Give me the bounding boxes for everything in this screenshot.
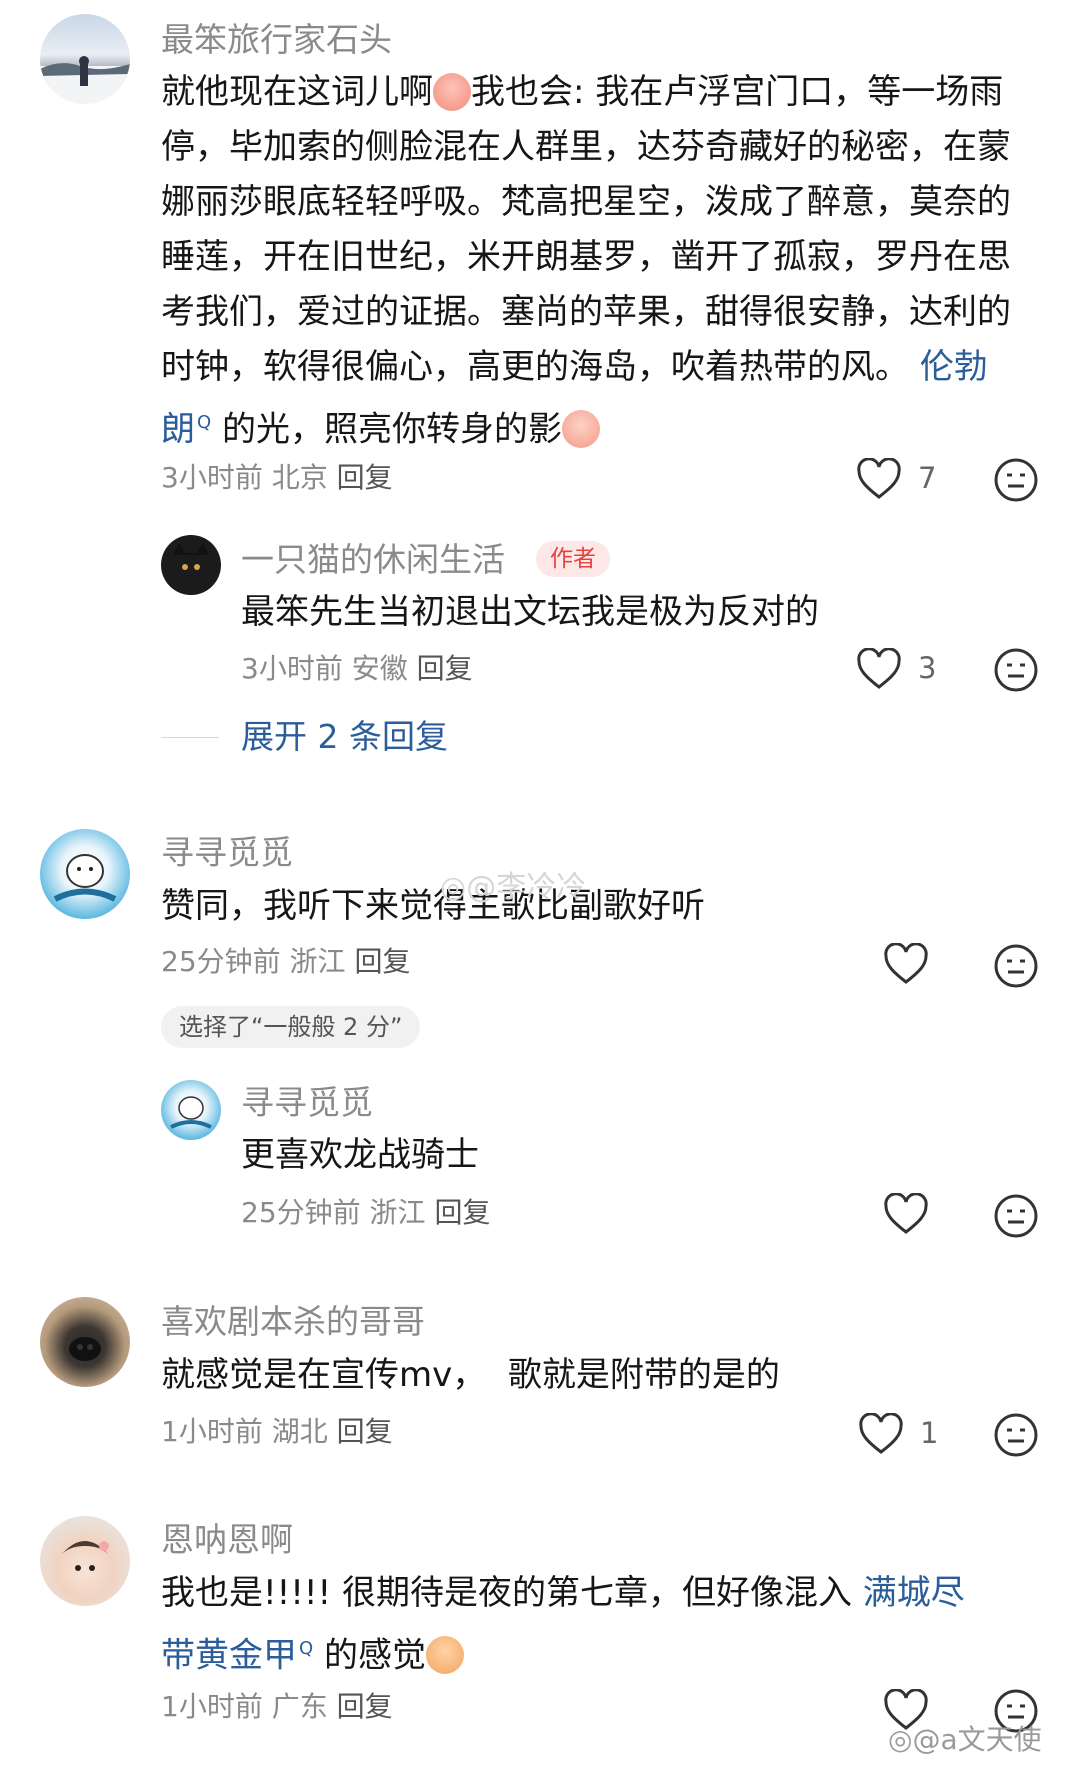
- watermark: ◎@a文天使: [888, 1723, 1042, 1756]
- dislike-button[interactable]: [993, 943, 1039, 989]
- avatar[interactable]: [161, 535, 221, 595]
- avatar[interactable]: [40, 1516, 130, 1606]
- comment-meta: 25分钟前 浙江 回复: [161, 945, 411, 978]
- reply-button[interactable]: 回复: [337, 461, 393, 494]
- divider: [161, 737, 219, 738]
- like-button[interactable]: 1: [858, 1410, 978, 1460]
- crying-emoji-icon: [425, 1636, 464, 1675]
- username[interactable]: 最笨旅行家石头: [161, 20, 392, 60]
- reply-button[interactable]: 回复: [417, 652, 473, 685]
- avatar-image: [173, 543, 209, 570]
- meh-face-icon: [994, 1413, 1038, 1457]
- dislike-button[interactable]: [993, 457, 1039, 503]
- search-link[interactable]: 伦勃: [920, 347, 988, 387]
- like-button[interactable]: [883, 1190, 1003, 1240]
- comment-meta: 1小时前 湖北 回复: [161, 1415, 393, 1448]
- rating-chip: 选择了“一般般 2 分”: [161, 1006, 421, 1048]
- username[interactable]: 寻寻觅觅: [161, 833, 293, 873]
- avatar-image: [170, 1096, 212, 1129]
- heart-icon: [859, 1413, 903, 1454]
- avatar-image: [40, 56, 130, 104]
- like-count: 7: [918, 461, 937, 495]
- dislike-button[interactable]: [993, 1412, 1039, 1458]
- dislike-button[interactable]: [993, 647, 1039, 693]
- smile-emoji-icon: [561, 410, 600, 449]
- heart-icon: [884, 943, 928, 984]
- reply-button[interactable]: 回复: [354, 945, 410, 978]
- meh-face-icon: [994, 648, 1038, 692]
- avatar-image: [62, 1541, 109, 1571]
- author-badge: 作者: [536, 541, 610, 577]
- comment-text: 就他现在这词儿啊 我也会: 我在卢浮宫门口，等一场雨 停，毕加索的侧脸混在人群里，…: [161, 72, 1011, 450]
- meh-face-icon: [994, 458, 1038, 502]
- username[interactable]: 寻寻觅觅: [241, 1083, 373, 1123]
- comment-text: 赞同，我听下来觉得主歌比副歌好听: [161, 886, 705, 926]
- search-link[interactable]: 带黄金甲: [161, 1635, 297, 1675]
- avatar[interactable]: [40, 1297, 130, 1387]
- reply-meta: 25分钟前 浙江 回复: [241, 1196, 491, 1229]
- weibo-logo-icon: ◎: [888, 1723, 913, 1756]
- like-button[interactable]: 7: [856, 455, 976, 505]
- comment-meta: 1小时前 广东 回复: [161, 1690, 393, 1723]
- search-link[interactable]: 满城尽: [863, 1573, 965, 1613]
- weibo-logo-icon: ◎: [440, 870, 467, 905]
- search-icon[interactable]: Q: [299, 1638, 313, 1659]
- dislike-button[interactable]: [993, 1193, 1039, 1239]
- like-count: 1: [920, 1416, 939, 1450]
- avatar[interactable]: [40, 14, 130, 104]
- username[interactable]: 一只猫的休闲生活: [241, 540, 505, 580]
- avatar-image: [53, 854, 117, 902]
- heart-icon: [857, 458, 901, 499]
- crying-emoji-icon: [433, 73, 471, 111]
- heart-icon: [857, 648, 901, 689]
- avatar[interactable]: [161, 1080, 221, 1140]
- like-button[interactable]: [883, 940, 1003, 990]
- reply-button[interactable]: 回复: [337, 1415, 393, 1448]
- meh-face-icon: [994, 1194, 1038, 1238]
- meh-face-icon: [994, 944, 1038, 988]
- like-button[interactable]: 3: [856, 645, 976, 695]
- avatar-image: [69, 1337, 101, 1361]
- username[interactable]: 恩呐恩啊: [161, 1520, 293, 1560]
- comment-text: 我也是!!!!! 很期待是夜的第七章，但好像混入 满城尽 带黄金甲 Q 的感觉: [161, 1573, 965, 1676]
- watermark: ◎@李冷冷: [440, 870, 587, 905]
- heart-icon: [884, 1193, 928, 1234]
- avatar[interactable]: [40, 829, 130, 919]
- expand-replies-button[interactable]: 展开 2 条回复: [241, 717, 448, 757]
- search-link[interactable]: 朗: [161, 409, 195, 449]
- reply-text: 更喜欢龙战骑士: [241, 1135, 479, 1175]
- reply-text: 最笨先生当初退出文坛我是极为反对的: [241, 592, 819, 632]
- like-count: 3: [918, 651, 937, 685]
- reply-button[interactable]: 回复: [337, 1690, 393, 1723]
- username[interactable]: 喜欢剧本杀的哥哥: [161, 1302, 425, 1342]
- reply-meta: 3小时前 安徽 回复: [241, 652, 473, 685]
- search-icon[interactable]: Q: [197, 412, 211, 433]
- comment-text: 就感觉是在宣传mv， 歌就是附带的是的: [161, 1355, 780, 1395]
- comment-meta: 3小时前 北京 回复: [161, 461, 393, 494]
- reply-button[interactable]: 回复: [434, 1196, 490, 1229]
